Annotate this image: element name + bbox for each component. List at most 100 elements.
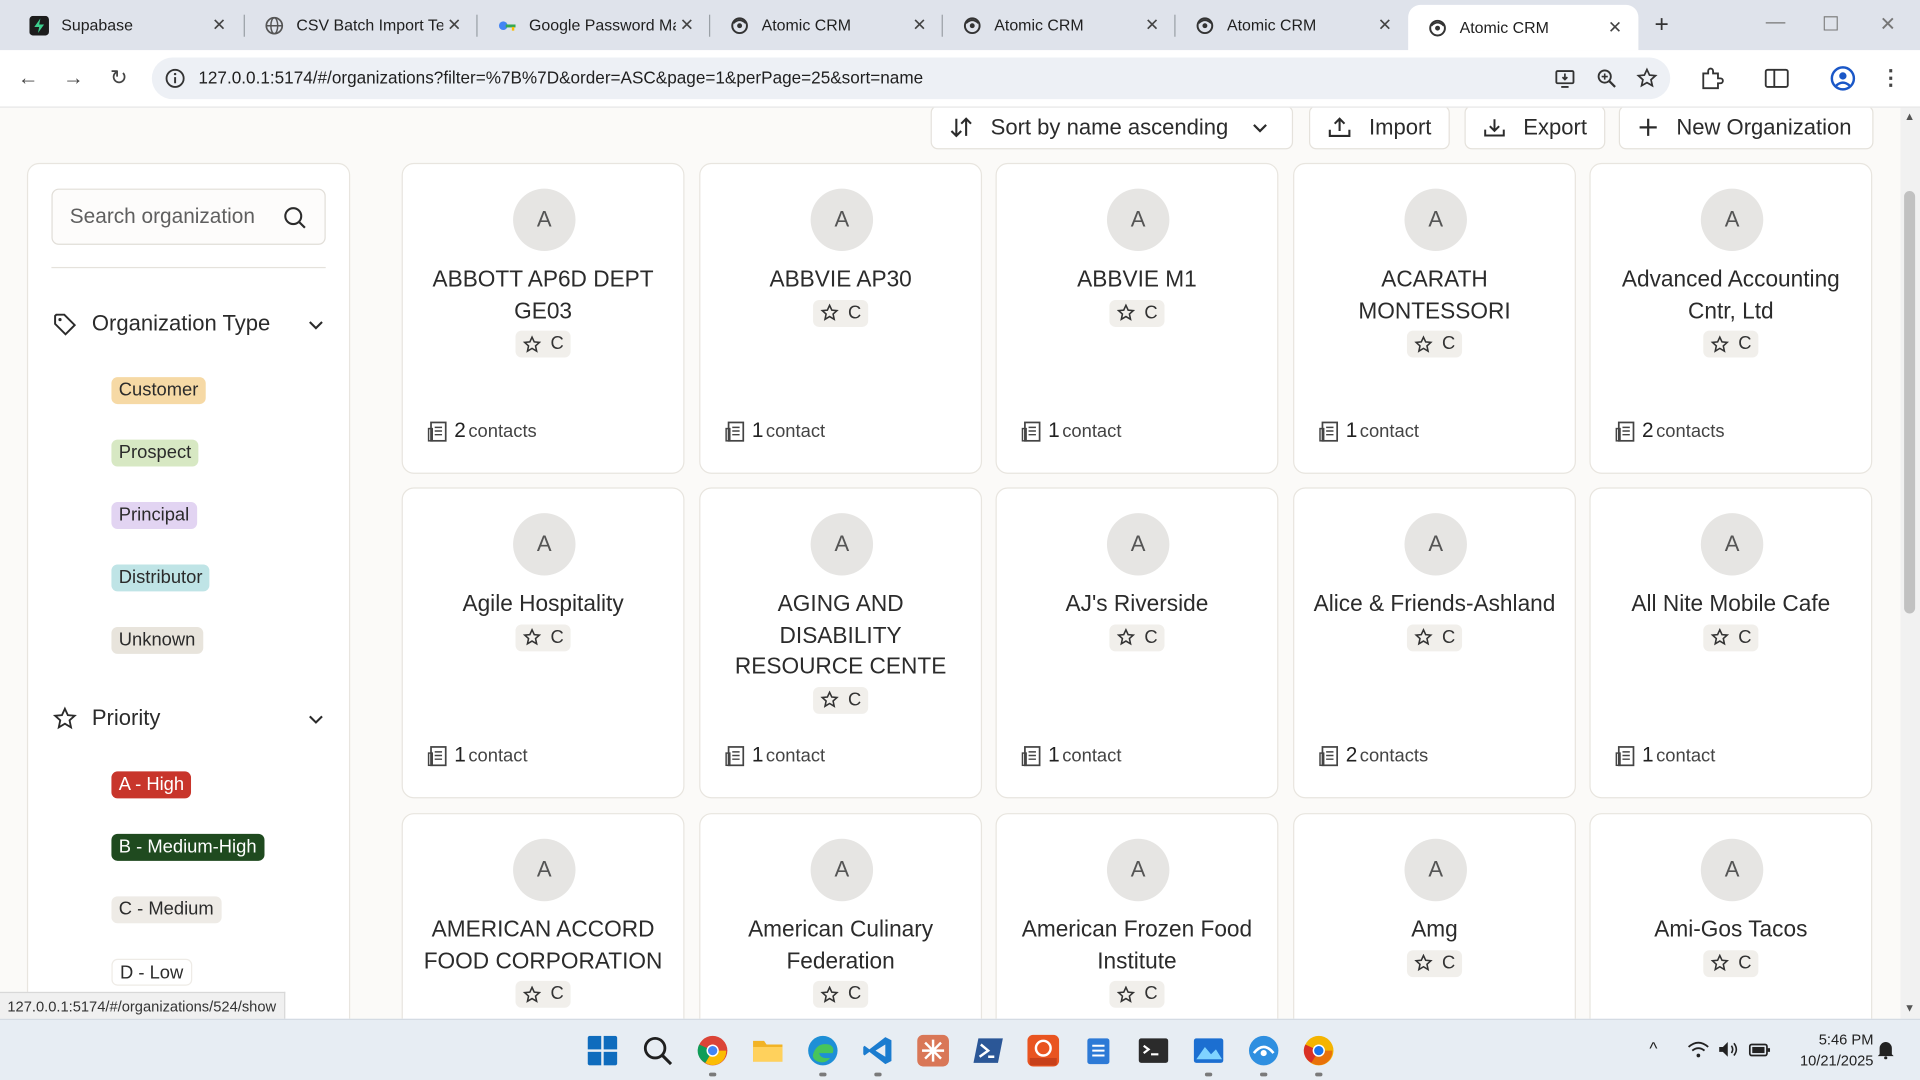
- zoom-icon[interactable]: [1596, 67, 1618, 89]
- filter-chip-priority-a[interactable]: A - High: [111, 771, 192, 799]
- address-bar[interactable]: 127.0.0.1:5174/#/organizations?filter=%7…: [151, 57, 1671, 100]
- organization-card[interactable]: A Amg C: [1293, 813, 1576, 1019]
- url-text[interactable]: 127.0.0.1:5174/#/organizations?filter=%7…: [198, 67, 923, 87]
- filter-chip-principal[interactable]: Principal: [111, 502, 197, 529]
- site-info-icon[interactable]: [164, 67, 186, 89]
- priority-badge: C: [1702, 949, 1759, 977]
- filter-chip-priority-d[interactable]: D - Low: [111, 958, 192, 986]
- browser-menu-icon[interactable]: ⋮: [1877, 65, 1904, 92]
- back-icon[interactable]: ←: [15, 65, 42, 92]
- wifi-icon[interactable]: [1687, 1041, 1709, 1058]
- tab-title: Atomic CRM: [1226, 15, 1317, 35]
- priority-header[interactable]: Priority: [52, 705, 325, 731]
- organization-card[interactable]: A AMERICAN ACCORD FOOD CORPORATION C: [401, 813, 685, 1019]
- star-icon: [1413, 628, 1433, 646]
- terminal-icon[interactable]: [1138, 1035, 1170, 1067]
- browser-tab[interactable]: Atomic CRM ✕: [1176, 0, 1409, 50]
- scroll-down-icon[interactable]: ▼: [1904, 1002, 1915, 1014]
- edge-icon[interactable]: [807, 1035, 839, 1067]
- close-icon[interactable]: ✕: [208, 14, 230, 36]
- network-icon[interactable]: [1248, 1035, 1280, 1067]
- organization-card[interactable]: A ABBOTT AP6D DEPT GE03 C 2 contacts: [401, 162, 685, 474]
- organization-name: ABBVIE AP30: [769, 265, 912, 292]
- show-hidden-icons-icon[interactable]: ^: [1649, 1038, 1657, 1058]
- new-organization-button[interactable]: New Organization: [1618, 107, 1874, 150]
- filter-chip-distributor[interactable]: Distributor: [111, 564, 210, 592]
- close-icon[interactable]: ✕: [909, 14, 931, 36]
- photos-icon[interactable]: [1193, 1035, 1225, 1067]
- volume-icon[interactable]: [1718, 1041, 1740, 1058]
- organization-card[interactable]: A Alice & Friends-Ashland C 2 contacts: [1293, 487, 1576, 799]
- export-button[interactable]: Export: [1464, 107, 1606, 150]
- browser-tab[interactable]: CSV Batch Import Tes ✕: [245, 0, 478, 50]
- filter-chip-prospect[interactable]: Prospect: [111, 439, 199, 467]
- new-tab-button[interactable]: +: [1648, 11, 1675, 38]
- browser-tab[interactable]: Atomic CRM ✕: [943, 0, 1176, 50]
- close-icon[interactable]: ✕: [1141, 14, 1163, 36]
- ubuntu-icon[interactable]: [1027, 1034, 1060, 1067]
- organization-card[interactable]: A American Culinary Federation C: [699, 813, 983, 1019]
- search-icon[interactable]: [642, 1035, 674, 1067]
- close-icon[interactable]: ✕: [443, 14, 465, 36]
- browser-tab[interactable]: Google Password Ma ✕: [478, 0, 711, 50]
- organization-card[interactable]: A Advanced Accounting Cntr, Ltd C 2 contacts: [1589, 162, 1873, 474]
- import-button[interactable]: Import: [1308, 107, 1450, 150]
- organization-card[interactable]: A All Nite Mobile Cafe C 1 contact: [1589, 487, 1873, 799]
- filter-chip-priority-b[interactable]: B - Medium-High: [111, 833, 264, 861]
- scrollbar-thumb[interactable]: [1904, 191, 1916, 614]
- organization-card[interactable]: A ABBVIE AP30 C 1 contact: [699, 162, 983, 474]
- organization-card[interactable]: A AGING AND DISABILITY RESOURCE CENTE C 1 co…: [699, 487, 983, 799]
- organization-card[interactable]: A ABBVIE M1 C 1 contact: [995, 162, 1279, 474]
- star-icon: [819, 985, 839, 1003]
- filter-chip-unknown[interactable]: Unknown: [111, 626, 203, 654]
- building-icon: [1021, 744, 1043, 767]
- organization-card[interactable]: A Agile Hospitality C 1 contact: [401, 487, 685, 799]
- organization-card[interactable]: A Ami-Gos Tacos C: [1589, 813, 1873, 1019]
- close-icon[interactable]: ✕: [1374, 14, 1396, 36]
- maximize-icon[interactable]: ☐: [1822, 12, 1840, 36]
- reading-mode-icon[interactable]: [1763, 65, 1790, 92]
- sort-dropdown[interactable]: Sort by name ascending: [930, 107, 1294, 150]
- notifications-icon[interactable]: [1876, 1040, 1896, 1060]
- search-input[interactable]: [69, 202, 278, 232]
- forward-icon[interactable]: →: [60, 65, 87, 92]
- claude-icon[interactable]: [917, 1034, 949, 1067]
- reload-icon[interactable]: ↻: [105, 65, 132, 92]
- minimize-icon[interactable]: —: [1766, 12, 1786, 34]
- filter-chip-customer[interactable]: Customer: [111, 377, 206, 405]
- close-icon[interactable]: ✕: [1604, 17, 1626, 39]
- organization-card[interactable]: A AJ's Riverside C 1 contact: [995, 487, 1279, 799]
- organization-card[interactable]: A ACARATH MONTESSORI C 1 contact: [1293, 162, 1576, 474]
- extensions-icon[interactable]: [1698, 65, 1725, 92]
- organizations-page: Sort by name ascending Import Export New…: [0, 107, 1901, 1019]
- page-scrollbar[interactable]: ▲ ▼: [1900, 107, 1920, 1019]
- bookmark-star-icon[interactable]: [1636, 67, 1658, 89]
- profile-avatar-icon[interactable]: [1829, 65, 1856, 92]
- windows-start-icon[interactable]: [587, 1035, 619, 1067]
- organization-type-header[interactable]: Organization Type: [53, 311, 325, 337]
- browser-tab[interactable]: Supabase ✕: [10, 0, 243, 50]
- powershell-icon[interactable]: [972, 1035, 1004, 1067]
- vscode-icon[interactable]: [862, 1035, 894, 1067]
- scroll-up-icon[interactable]: ▲: [1904, 110, 1915, 122]
- organization-card[interactable]: A American Frozen Food Institute C: [995, 813, 1279, 1019]
- chrome-canary-icon[interactable]: [1303, 1035, 1335, 1067]
- organization-name-block: ABBVIE AP30 C: [715, 263, 966, 330]
- browser-tab-strip: Supabase ✕ CSV Batch Import Tes ✕ Google…: [0, 0, 1920, 51]
- close-window-icon[interactable]: ✕: [1880, 12, 1896, 36]
- browser-tab-active[interactable]: Atomic CRM ✕: [1408, 4, 1639, 51]
- organization-name-block: AJ's Riverside C: [1011, 588, 1262, 655]
- battery-icon[interactable]: [1748, 1041, 1771, 1058]
- notepad-icon[interactable]: [1082, 1035, 1114, 1067]
- organization-avatar: A: [810, 838, 874, 902]
- file-explorer-icon[interactable]: [752, 1035, 784, 1067]
- browser-tab[interactable]: Atomic CRM ✕: [710, 0, 943, 50]
- search-icon[interactable]: [283, 206, 307, 230]
- organization-name-block: AGING AND DISABILITY RESOURCE CENTE C: [715, 588, 966, 717]
- chrome-icon[interactable]: [697, 1035, 729, 1067]
- taskbar-clock[interactable]: 5:46 PM 10/21/2025: [1778, 1030, 1874, 1072]
- install-app-icon[interactable]: [1554, 67, 1576, 89]
- close-icon[interactable]: ✕: [676, 14, 698, 36]
- priority-letter: C: [848, 302, 862, 323]
- filter-chip-priority-c[interactable]: C - Medium: [111, 896, 222, 924]
